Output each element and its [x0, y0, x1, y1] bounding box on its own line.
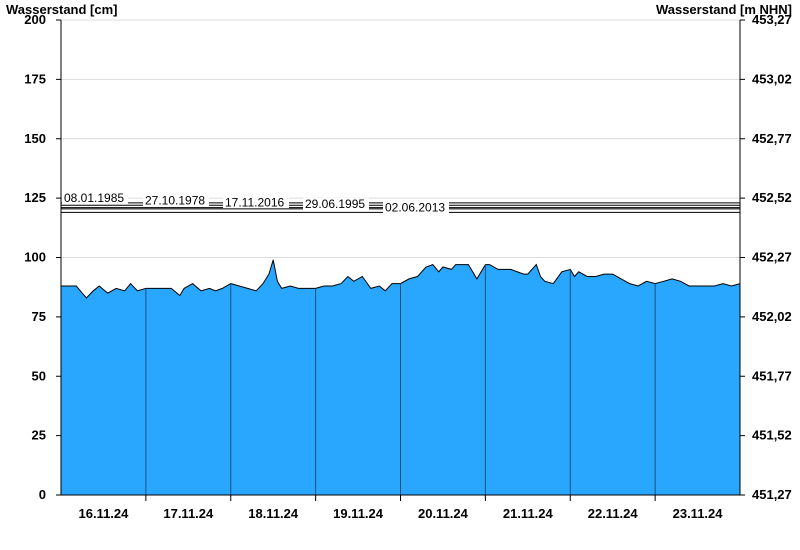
y-tick-label-right: 452,27: [752, 250, 792, 265]
reference-label: 29.06.1995: [305, 197, 365, 211]
y-tick-label-right: 452,52: [752, 190, 792, 205]
reference-label: 08.01.1985: [64, 191, 124, 205]
y-tick-label-right: 453,27: [752, 12, 792, 27]
y-tick-label-left: 175: [24, 71, 46, 86]
reference-label: 17.11.2016: [225, 196, 284, 210]
y-tick-label-left: 75: [32, 309, 46, 324]
y-tick-label-left: 25: [32, 428, 46, 443]
y-tick-label-right: 452,77: [752, 131, 792, 146]
x-tick-label: 21.11.24: [503, 506, 554, 521]
y-tick-label-left: 200: [24, 12, 46, 27]
y-tick-label-left: 100: [24, 250, 46, 265]
reference-label: 27.10.1978: [145, 193, 205, 207]
reference-label: 02.06.2013: [385, 200, 445, 214]
y-tick-label-right: 451,77: [752, 368, 792, 383]
y-tick-label-left: 0: [39, 487, 46, 502]
x-tick-label: 19.11.24: [333, 506, 384, 521]
y-tick-label-left: 125: [24, 190, 46, 205]
y-tick-label-left: 150: [24, 131, 46, 146]
x-tick-label: 16.11.24: [78, 506, 129, 521]
x-tick-label: 20.11.24: [418, 506, 469, 521]
y-tick-label-right: 451,52: [752, 428, 792, 443]
x-tick-label: 22.11.24: [588, 506, 639, 521]
y-tick-label-right: 451,27: [752, 487, 792, 502]
x-tick-label: 23.11.24: [673, 506, 724, 521]
reference-lines: 08.01.1985 27.10.1978 17.11.2016 29.06.1995…: [61, 191, 740, 214]
x-tick-label: 17.11.24: [163, 506, 214, 521]
water-level-chart: 08.01.1985 27.10.1978 17.11.2016 29.06.1995…: [24, 12, 792, 521]
y-tick-label-right: 453,02: [752, 71, 792, 86]
y-tick-label-left: 50: [32, 368, 46, 383]
x-tick-label: 18.11.24: [248, 506, 299, 521]
y-tick-label-right: 452,02: [752, 309, 792, 324]
